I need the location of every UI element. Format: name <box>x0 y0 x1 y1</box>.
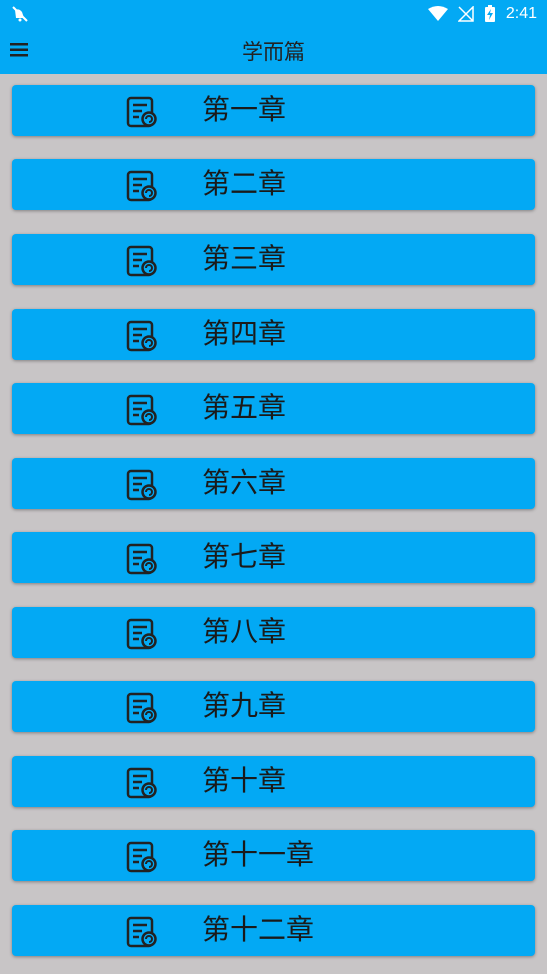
document-refresh-icon <box>126 320 157 352</box>
chapter-label: 第三章 <box>202 242 287 275</box>
chapter-label: 第一章 <box>202 93 287 126</box>
app-bar: 学而篇 <box>0 28 547 74</box>
page-title: 学而篇 <box>242 40 305 64</box>
document-refresh-icon <box>126 96 157 128</box>
document-refresh-icon <box>126 245 157 277</box>
document-refresh-icon <box>126 394 157 426</box>
chapter-item[interactable]: 第一章 <box>12 85 535 136</box>
chapter-item[interactable]: 第十一章 <box>12 830 535 881</box>
document-refresh-icon <box>126 692 157 724</box>
chapter-item[interactable]: 第九章 <box>12 681 535 732</box>
chapter-item[interactable]: 第六章 <box>12 458 535 509</box>
chapter-label: 第五章 <box>202 391 287 424</box>
chapter-item[interactable]: 第四章 <box>12 309 535 360</box>
chapter-label: 第二章 <box>202 167 287 200</box>
chapter-item[interactable]: 第五章 <box>12 383 535 434</box>
signal-off-icon <box>457 6 474 22</box>
chapter-label: 第八章 <box>202 615 287 648</box>
wifi-icon <box>427 6 448 21</box>
status-bar: 2:41 <box>0 0 547 28</box>
document-refresh-icon <box>126 916 157 948</box>
status-time: 2:41 <box>505 5 537 22</box>
document-refresh-icon <box>126 469 157 501</box>
chapter-label: 第十章 <box>202 764 287 797</box>
chapter-label: 第六章 <box>202 466 287 499</box>
chapter-item[interactable]: 第三章 <box>12 234 535 285</box>
chapter-item[interactable]: 第十章 <box>12 756 535 807</box>
chapter-label: 第十一章 <box>202 838 315 871</box>
document-refresh-icon <box>126 543 157 575</box>
chapter-label: 第十二章 <box>202 913 315 946</box>
chapter-label: 第七章 <box>202 540 287 573</box>
chapter-label: 第九章 <box>202 689 287 722</box>
chapter-item[interactable]: 第二章 <box>12 159 535 210</box>
chapter-item[interactable]: 第十二章 <box>12 905 535 956</box>
document-refresh-icon <box>126 618 157 650</box>
chapter-item[interactable]: 第八章 <box>12 607 535 658</box>
document-refresh-icon <box>126 170 157 202</box>
chapter-item[interactable]: 第七章 <box>12 532 535 583</box>
notification-icon <box>12 6 28 22</box>
chapter-label: 第四章 <box>202 317 287 350</box>
document-refresh-icon <box>126 767 157 799</box>
document-refresh-icon <box>126 841 157 873</box>
battery-charging-icon <box>484 5 495 22</box>
status-icons: 2:41 <box>427 0 537 28</box>
